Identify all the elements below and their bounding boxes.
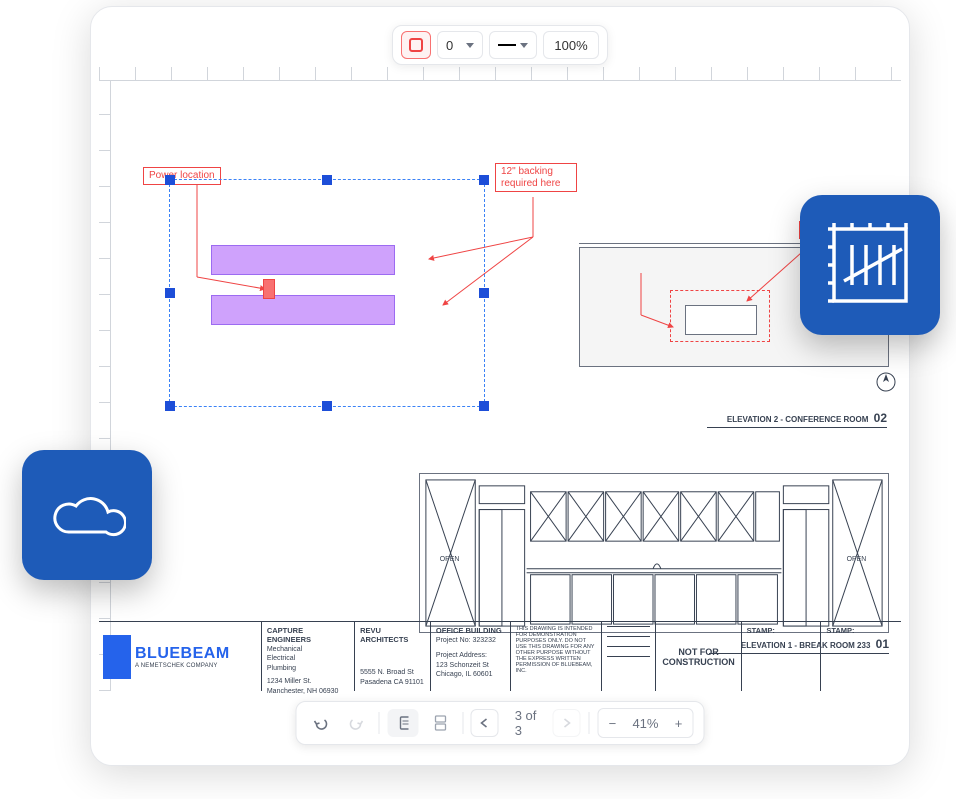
tv-mount-outline xyxy=(670,290,770,342)
cell-title: STAMP: xyxy=(747,626,816,635)
vertical-ruler xyxy=(99,81,111,691)
resize-handle[interactable] xyxy=(479,288,489,298)
zoom-preset[interactable]: 100% xyxy=(543,31,599,59)
prev-page-button[interactable] xyxy=(471,709,499,737)
zoom-out-button[interactable]: − xyxy=(598,709,626,737)
page-indicator[interactable]: 3 of 3 xyxy=(507,709,545,737)
toolbar-divider xyxy=(379,712,380,734)
bluebeam-logo-text: BLUEBEAM A NEMETSCHEK COMPANY xyxy=(135,645,230,669)
zoom-in-button[interactable]: + xyxy=(664,709,692,737)
cell-line: Plumbing xyxy=(267,665,349,673)
undo-icon xyxy=(312,714,330,732)
shape-tool-button[interactable] xyxy=(401,31,431,59)
top-toolbar: 0 100% xyxy=(392,25,608,65)
logo-cell: BLUEBEAM A NEMETSCHEK COMPANY xyxy=(99,622,262,691)
title-block: BLUEBEAM A NEMETSCHEK COMPANY CAPTURE EN… xyxy=(99,621,901,691)
horizontal-ruler xyxy=(99,67,901,81)
zoom-preset-value: 100% xyxy=(554,38,587,53)
resize-handle[interactable] xyxy=(322,401,332,411)
view-mode-single-button[interactable] xyxy=(387,709,418,737)
chevron-down-icon xyxy=(520,43,528,48)
line-swatch-icon xyxy=(498,44,516,46)
zoom-text: 41% xyxy=(632,716,658,731)
undo-button[interactable] xyxy=(307,709,335,737)
elevation-2-label: ELEVATION 2 - CONFERENCE ROOM 02 xyxy=(707,411,887,428)
app-window: 0 100% Power location 12" backing requir… xyxy=(90,6,910,766)
cabinet-open-label: OPEN xyxy=(847,556,867,563)
redo-icon xyxy=(348,714,366,732)
page-continuous-icon xyxy=(432,715,448,731)
page-text: 3 of 3 xyxy=(515,708,537,738)
cell-title: STAMP: xyxy=(826,626,896,635)
cell-line: 123 Schonzeit St xyxy=(436,662,505,670)
nfc-text: NOT FOR CONSTRUCTION xyxy=(662,647,735,667)
cell-title: OFFICE BUILDING xyxy=(436,626,505,635)
toolbar-divider xyxy=(462,712,463,734)
zoom-controls: − 41% + xyxy=(597,708,693,738)
resize-handle[interactable] xyxy=(479,401,489,411)
measure-feature-icon xyxy=(800,195,940,335)
toolbar-divider xyxy=(589,712,590,734)
drawing-canvas[interactable]: Power location 12" backing required here xyxy=(99,67,901,691)
cell-title: REVU ARCHITECTS xyxy=(360,626,425,644)
markup-rectangle[interactable] xyxy=(211,245,395,275)
cell-line: Chicago, IL 60601 xyxy=(436,671,505,679)
tb-office-building: OFFICE BUILDING Project No: 323232 Proje… xyxy=(431,622,511,691)
cabinet-elevation-svg: OPEN OPEN xyxy=(420,474,888,632)
chevron-right-icon xyxy=(561,717,573,729)
cell-title: CAPTURE ENGINEERS xyxy=(267,626,349,644)
redo-button[interactable] xyxy=(343,709,371,737)
cell-line: 5555 N. Broad St xyxy=(360,669,425,677)
zoom-value[interactable]: 41% xyxy=(626,716,664,731)
tb-disclaimer: THIS DRAWING IS INTENDED FOR DEMONSTRATI… xyxy=(511,622,602,691)
label-text: ELEVATION 2 - CONFERENCE ROOM xyxy=(727,415,869,424)
shape-size-input[interactable]: 0 xyxy=(437,31,483,59)
tb-revu-architects: REVU ARCHITECTS 5555 N. Broad St Pasaden… xyxy=(355,622,431,691)
tv-screen xyxy=(685,305,757,335)
markup-power-symbol[interactable] xyxy=(263,279,275,299)
label-number: 02 xyxy=(874,411,887,425)
logo-tagline: A NEMETSCHEK COMPANY xyxy=(135,663,230,669)
logo-name: BLUEBEAM xyxy=(135,645,230,663)
resize-handle[interactable] xyxy=(165,288,175,298)
cell-line: Pasadena CA 91101 xyxy=(360,679,425,687)
cell-line: Project No: 323232 xyxy=(436,637,505,645)
tally-grid-icon xyxy=(824,219,916,311)
resize-handle[interactable] xyxy=(165,401,175,411)
callout-backing-required[interactable]: 12" backing required here xyxy=(495,163,577,192)
disclaimer-text: THIS DRAWING IS INTENDED FOR DEMONSTRATI… xyxy=(516,626,596,674)
page-single-icon xyxy=(397,715,408,731)
rectangle-icon xyxy=(407,36,425,54)
cloud-icon xyxy=(48,488,126,542)
next-page-button[interactable] xyxy=(553,709,581,737)
chevron-left-icon xyxy=(479,717,491,729)
resize-handle[interactable] xyxy=(165,175,175,185)
bluebeam-logo-mark xyxy=(103,635,131,679)
tb-stamp-1: STAMP: xyxy=(742,622,822,691)
cell-line: 1234 Miller St. xyxy=(267,678,349,686)
tb-not-for-construction: NOT FOR CONSTRUCTION xyxy=(656,622,741,691)
tb-capture-engineers: CAPTURE ENGINEERS Mechanical Electrical … xyxy=(262,622,355,691)
shape-size-value: 0 xyxy=(446,38,453,53)
cloud-feature-icon xyxy=(22,450,152,580)
cell-line: Electrical xyxy=(267,655,349,663)
resize-handle[interactable] xyxy=(479,175,489,185)
cell-line: Project Address: xyxy=(436,652,505,660)
cell-line: Manchester, NH 06930 xyxy=(267,688,349,696)
markup-rectangle[interactable] xyxy=(211,295,395,325)
tb-stamp-2: STAMP: xyxy=(821,622,901,691)
cell-line: Mechanical xyxy=(267,646,349,654)
chevron-down-icon xyxy=(466,43,474,48)
line-style-dropdown[interactable] xyxy=(489,31,537,59)
elevation-1-drawing: OPEN OPEN xyxy=(419,473,889,633)
north-arrow-icon xyxy=(875,371,897,393)
cabinet-open-label: OPEN xyxy=(440,556,460,563)
bottom-toolbar: 3 of 3 − 41% + xyxy=(296,701,705,745)
resize-handle[interactable] xyxy=(322,175,332,185)
view-mode-continuous-button[interactable] xyxy=(426,709,454,737)
tb-revision-grid xyxy=(602,622,657,691)
selection-box[interactable] xyxy=(169,179,485,407)
callout-text: 12" backing required here xyxy=(501,166,560,189)
